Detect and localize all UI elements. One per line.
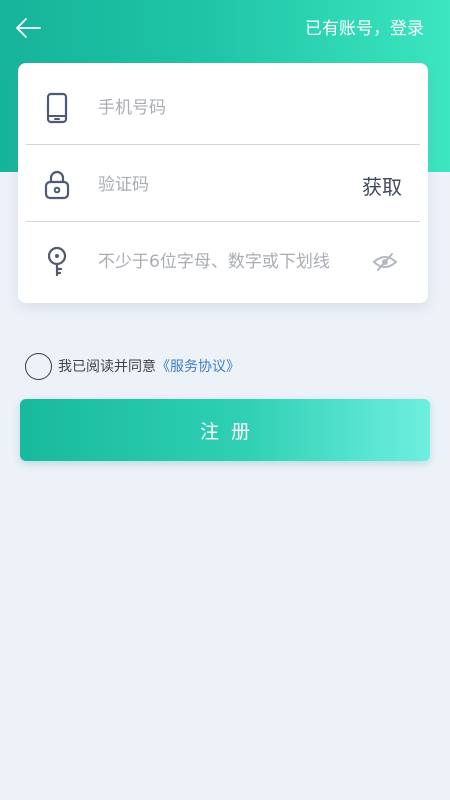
password-row: [18, 223, 428, 301]
phone-input[interactable]: [98, 88, 358, 128]
agreement-checkbox[interactable]: [25, 352, 52, 380]
key-icon: [43, 245, 71, 279]
agreement-row: 我已阅读并同意 《服务协议》: [25, 352, 240, 380]
code-row: 获取: [18, 146, 428, 224]
divider: [26, 221, 420, 222]
toggle-password-visibility-button[interactable]: [372, 252, 398, 272]
code-input[interactable]: [98, 165, 358, 205]
get-code-button[interactable]: 获取: [362, 171, 402, 200]
back-button[interactable]: [10, 12, 46, 44]
lock-icon: [43, 168, 71, 202]
register-form-card: 获取: [18, 63, 428, 303]
phone-row: [18, 69, 428, 147]
password-input[interactable]: [98, 242, 378, 282]
login-link[interactable]: 已有账号，登录: [305, 14, 424, 39]
divider: [26, 144, 420, 145]
register-button[interactable]: 注册: [20, 399, 430, 461]
agreement-text: 我已阅读并同意: [58, 359, 156, 375]
eye-slash-icon: [372, 253, 398, 271]
phone-icon: [43, 91, 71, 125]
arrow-left-icon: [16, 18, 41, 38]
service-agreement-link[interactable]: 《服务协议》: [156, 356, 240, 376]
